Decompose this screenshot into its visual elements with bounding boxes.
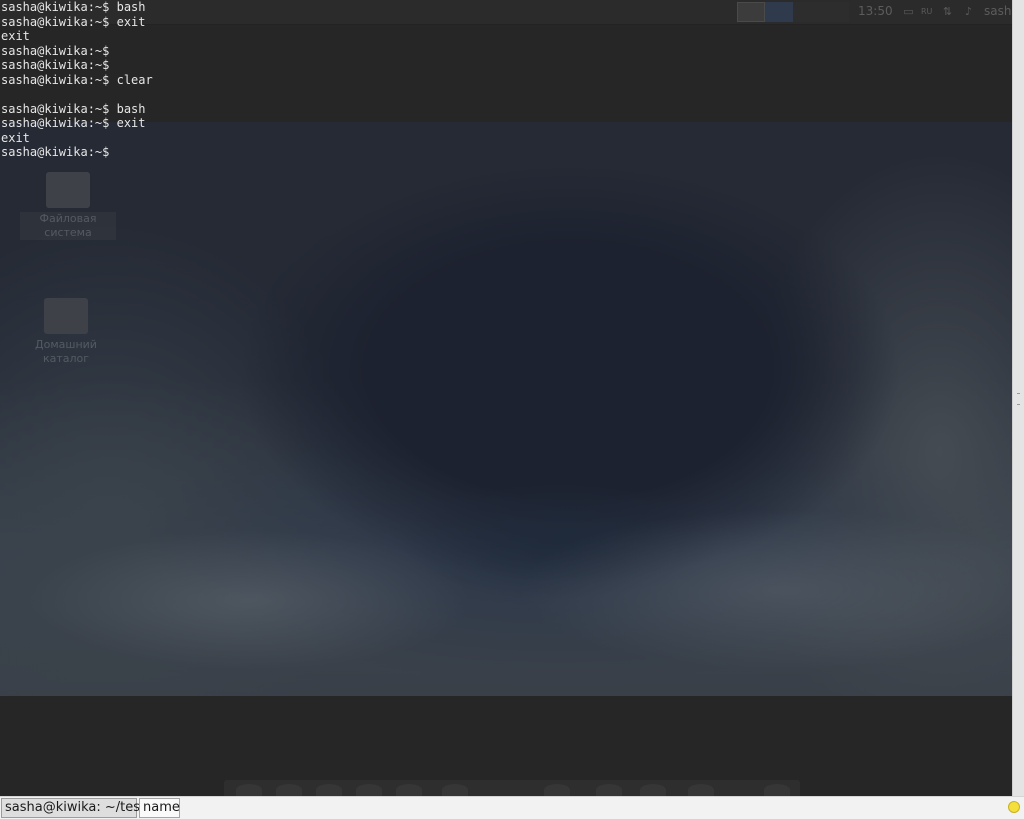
terminal-line: sasha@kiwika:~$ [1,58,110,72]
terminal-line: sasha@kiwika:~$ clear [1,72,153,87]
terminal-output[interactable]: sasha@kiwika:~$ bash sasha@kiwika:~$ exi… [1,0,1009,796]
terminal-line: sasha@kiwika:~$ [1,43,110,58]
terminal-scrollbar[interactable] [1012,0,1024,796]
terminal-line: sasha@kiwika:~$ bash [1,101,146,116]
taskbar-button-terminal[interactable]: sasha@kiwika: ~/test [1,798,145,818]
terminal-line: sasha@kiwika:~$ exit [1,116,146,130]
terminal-prompt[interactable]: sasha@kiwika:~$ [1,145,1009,160]
terminal-line: sasha@kiwika:~$ bash [1,0,146,14]
scrollbar-grip[interactable] [1017,393,1020,405]
taskbar-button-name[interactable]: name [139,798,180,818]
terminal-line: sasha@kiwika:~$ exit [1,14,146,29]
terminal-line: exit [1,29,30,43]
taskbar: sasha@kiwika: ~/test name [0,796,1024,819]
smiley-icon[interactable] [1008,801,1020,813]
terminal-line: exit [1,130,30,145]
